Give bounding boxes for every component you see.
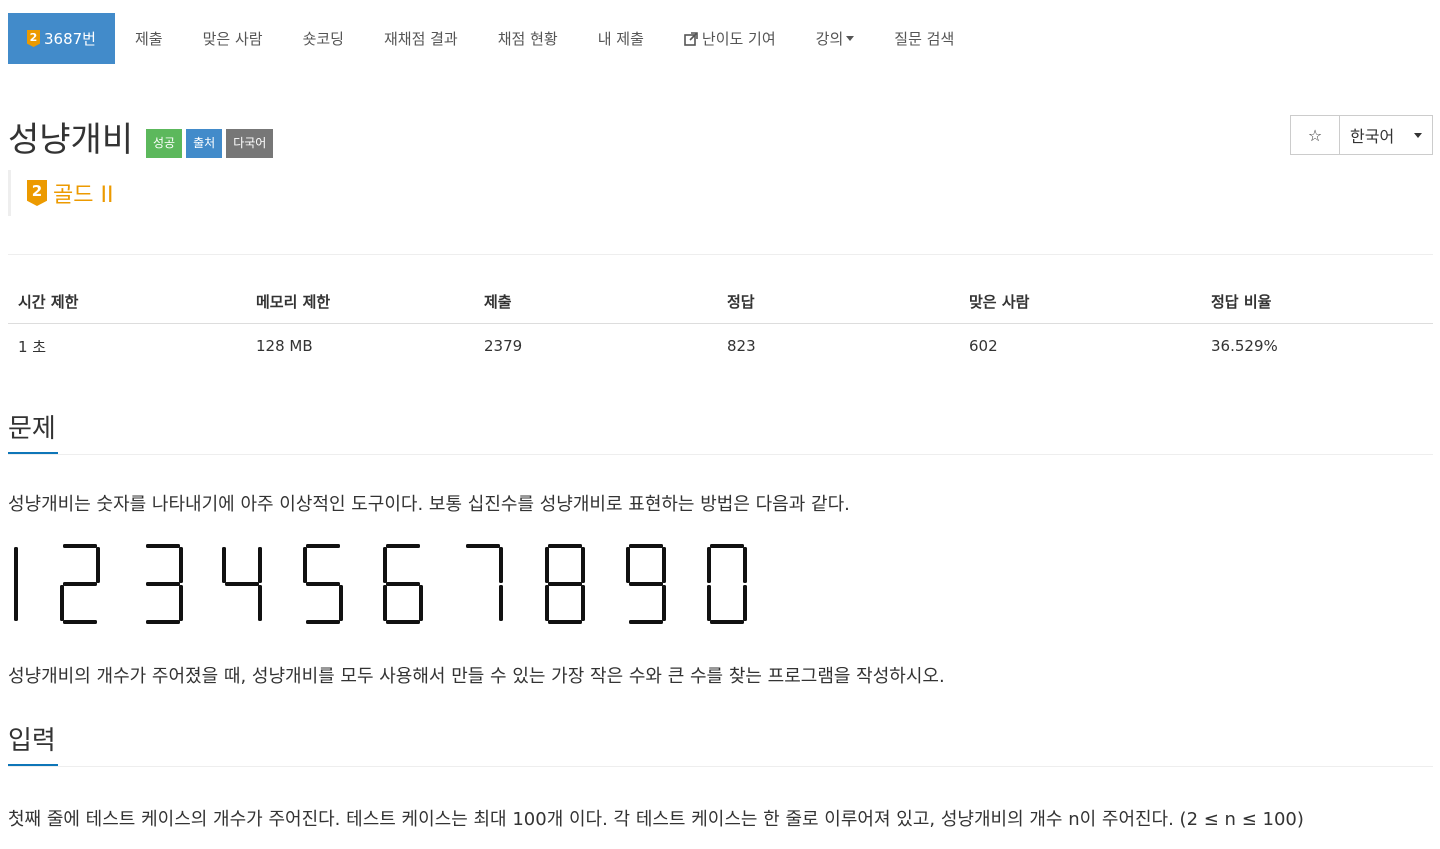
problem-nav: 2 3687번 제출 맞은 사람 숏코딩 재채점 결과 채점 현황 내 제출 난… — [8, 13, 974, 64]
header-solvers: 맞은 사람 — [959, 279, 1201, 324]
header-accept-ratio: 정답 비율 — [1201, 279, 1433, 324]
tab-label: 채점 현황 — [497, 30, 558, 48]
header-time-limit: 시간 제한 — [8, 279, 246, 324]
tier-badge-icon: 2 — [27, 180, 47, 206]
value-solvers[interactable]: 602 — [959, 324, 1201, 369]
problem-actions: ☆ 한국어 — [1290, 115, 1433, 155]
tab-label: 재채점 결과 — [383, 30, 458, 48]
caret-down-icon — [846, 36, 855, 41]
tab-label: 난이도 기여 — [701, 30, 776, 48]
section-heading: 입력 — [8, 720, 58, 766]
header-submissions: 제출 — [474, 279, 717, 324]
problem-info-table: 시간 제한 메모리 제한 제출 정답 맞은 사람 정답 비율 1 초 128 M… — [8, 279, 1433, 368]
table-row: 1 초 128 MB 2379 823 602 36.529% — [8, 324, 1433, 369]
tab-label: 제출 — [134, 30, 163, 48]
section-heading: 문제 — [8, 408, 58, 454]
value-memory-limit: 128 MB — [256, 337, 313, 355]
header-accepted: 정답 — [717, 279, 959, 324]
problem-task: 성냥개비의 개수가 주어졌을 때, 성냥개비를 모두 사용해서 만들 수 있는 … — [8, 666, 945, 687]
problem-title: 성냥개비 — [8, 120, 134, 160]
tab-problem[interactable]: 2 3687번 — [8, 13, 115, 64]
matchstick-digits-image — [14, 544, 747, 624]
digit-1 — [14, 547, 18, 621]
star-icon: ☆ — [1307, 125, 1323, 145]
tab-label: 내 제출 — [597, 30, 644, 48]
digit-0 — [707, 544, 747, 624]
problem-section-header: 문제 — [8, 408, 1433, 455]
digit-3 — [146, 544, 183, 624]
digit-2 — [60, 544, 100, 624]
external-link-icon — [684, 31, 698, 46]
digit-6 — [383, 544, 423, 624]
language-label: 한국어 — [1350, 127, 1395, 146]
tier-badge-icon: 2 — [27, 30, 40, 47]
tab-rejudge-results[interactable]: 재채점 결과 — [364, 13, 478, 64]
input-section-header: 입력 — [8, 720, 1433, 767]
digit-8 — [545, 544, 585, 624]
value-time-limit: 1 초 — [18, 337, 47, 356]
header-memory-limit: 메모리 제한 — [246, 279, 474, 324]
value-accepted: 823 — [727, 337, 756, 355]
label-multilingual: 다국어 — [226, 129, 274, 158]
tab-correct-users[interactable]: 맞은 사람 — [183, 13, 283, 64]
table-header-row: 시간 제한 메모리 제한 제출 정답 맞은 사람 정답 비율 — [8, 279, 1433, 324]
tab-short-coding[interactable]: 숏코딩 — [283, 13, 364, 64]
favorite-button[interactable]: ☆ — [1290, 115, 1340, 155]
tab-problem-label: 3687번 — [44, 30, 96, 48]
language-select[interactable]: 한국어 — [1340, 115, 1433, 155]
tab-lectures-dropdown[interactable]: 강의 — [796, 13, 875, 64]
problem-description: 성냥개비는 숫자를 나타내기에 아주 이상적인 도구이다. 보통 십진수를 성냥… — [8, 494, 850, 515]
label-success: 성공 — [146, 129, 183, 158]
tab-label: 강의 — [815, 30, 844, 48]
digit-7 — [466, 544, 503, 621]
divider — [8, 254, 1433, 255]
digit-9 — [626, 544, 666, 624]
problem-labels: 성공 출처 다국어 — [146, 129, 274, 158]
value-accept-ratio: 36.529% — [1211, 337, 1278, 355]
label-source[interactable]: 출처 — [186, 129, 223, 158]
tab-submit[interactable]: 제출 — [115, 13, 183, 64]
tab-label: 숏코딩 — [302, 30, 344, 48]
digit-4 — [222, 547, 262, 621]
tab-judge-status[interactable]: 채점 현황 — [478, 13, 578, 64]
problem-tier: 2 골드 II — [8, 170, 113, 216]
input-description: 첫째 줄에 테스트 케이스의 개수가 주어진다. 테스트 케이스는 최대 100… — [8, 809, 1304, 830]
digit-5 — [303, 544, 343, 624]
value-submissions[interactable]: 2379 — [474, 324, 717, 369]
tab-question-search[interactable]: 질문 검색 — [874, 13, 974, 64]
caret-down-icon — [1414, 132, 1422, 138]
tab-label: 질문 검색 — [894, 30, 955, 48]
tab-label: 맞은 사람 — [202, 30, 263, 48]
tab-difficulty-contribution[interactable]: 난이도 기여 — [664, 13, 796, 64]
tier-text: 골드 II — [53, 183, 114, 208]
tab-my-submissions[interactable]: 내 제출 — [578, 13, 664, 64]
